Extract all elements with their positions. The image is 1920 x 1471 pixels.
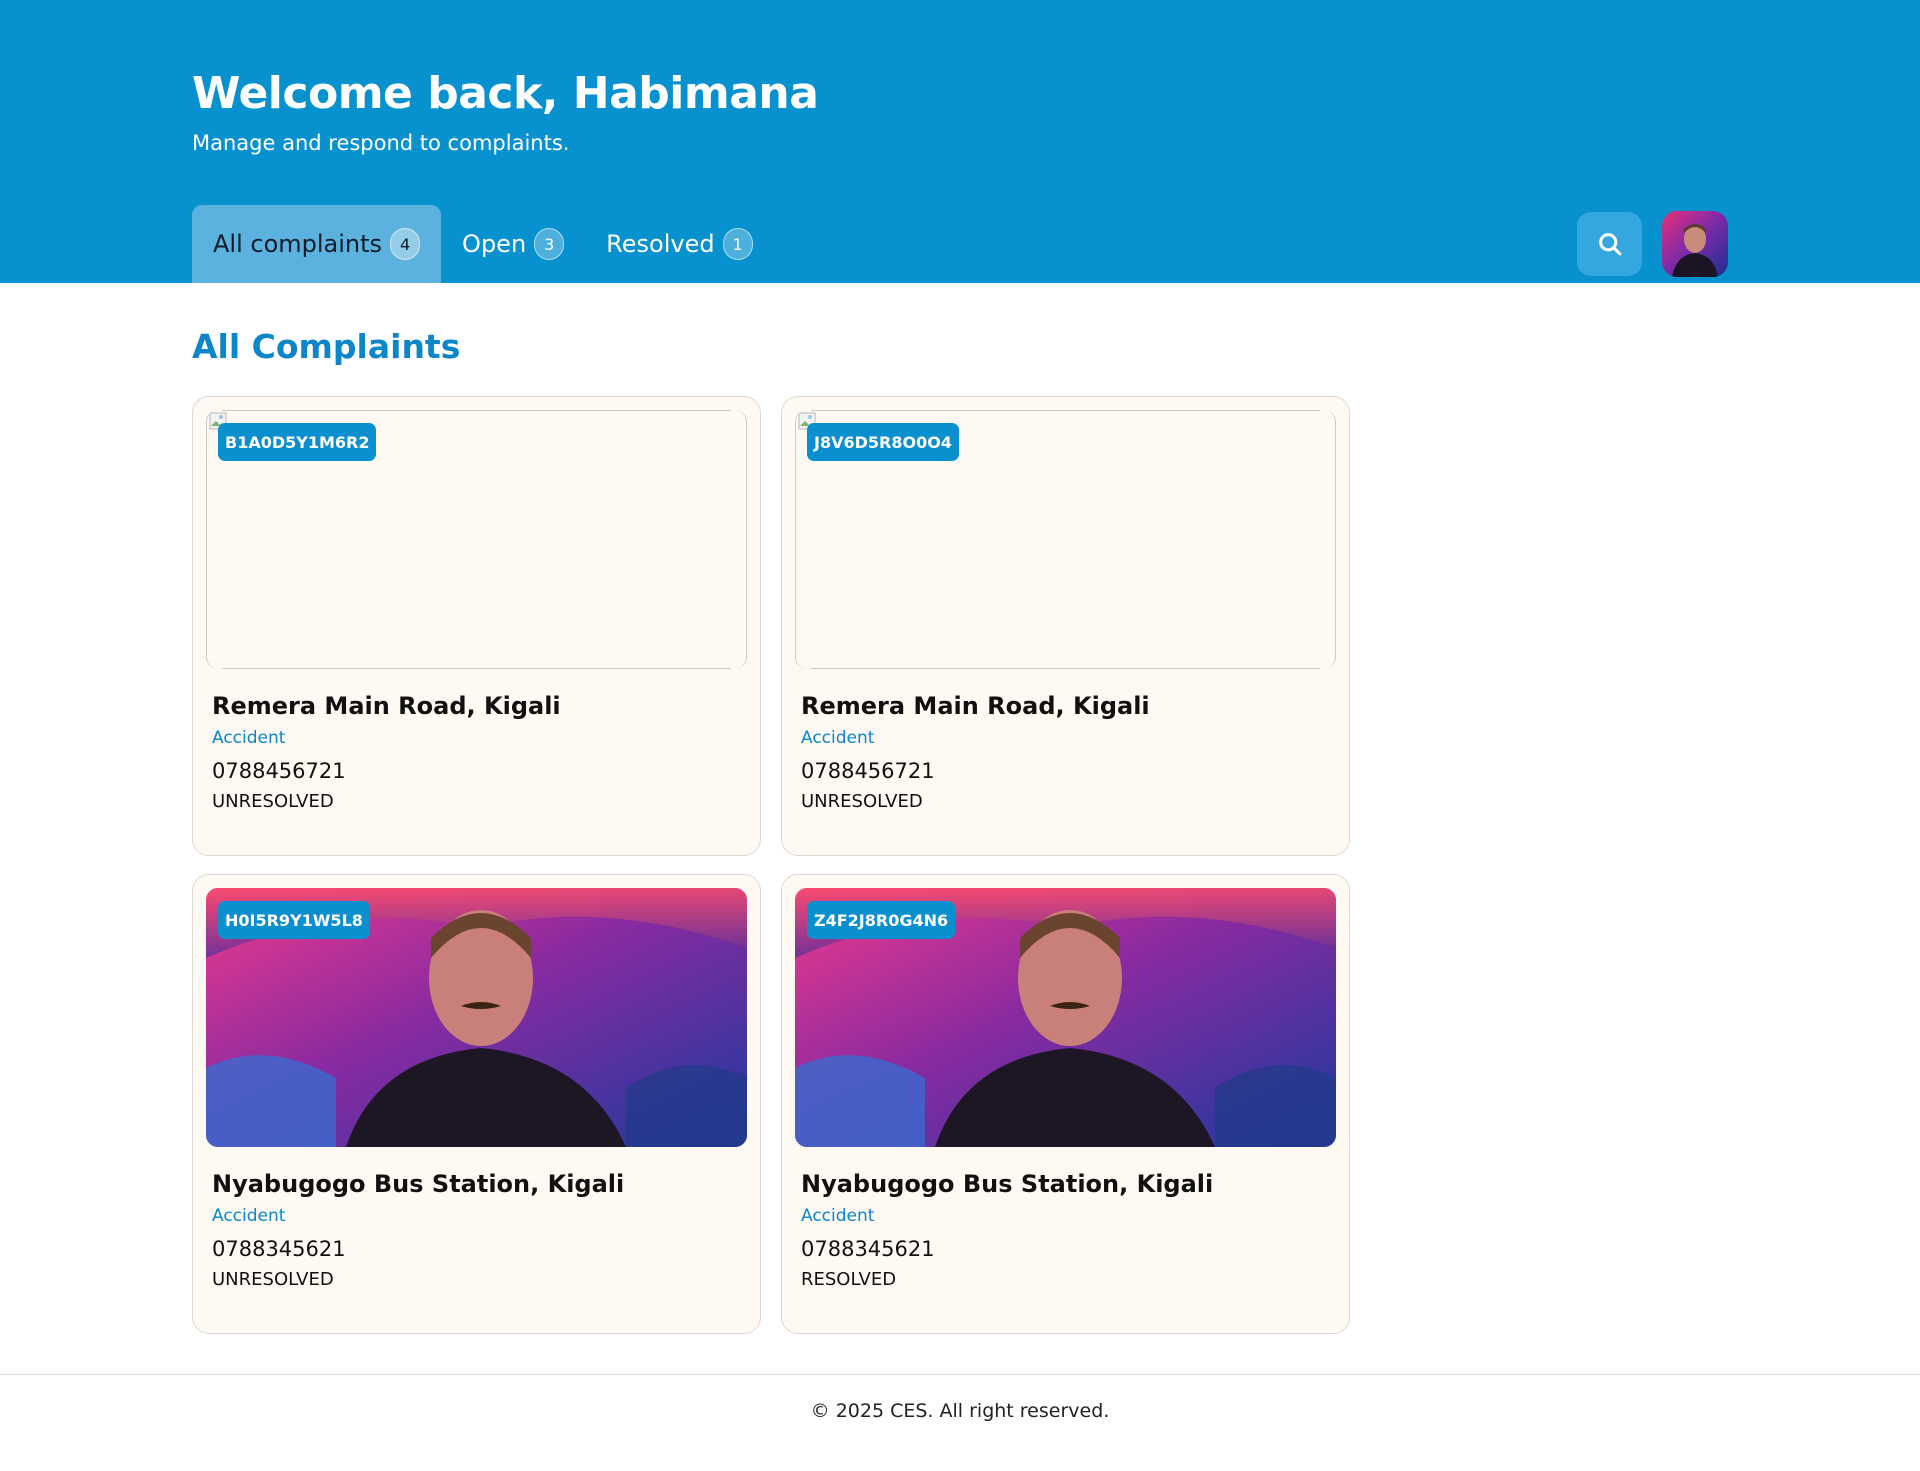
complaint-status: RESOLVED (801, 1269, 897, 1290)
complaint-card[interactable]: J8V6D5R8O0O4 Remera Main Road, Kigali Ac… (781, 396, 1350, 856)
complaint-location: Remera Main Road, Kigali (801, 692, 1150, 720)
tab-all-complaints[interactable]: All complaints 4 (192, 205, 442, 283)
tab-label: Resolved (606, 230, 715, 258)
complaint-id-badge: B1A0D5Y1M6R2 (218, 423, 377, 461)
user-avatar[interactable] (1662, 211, 1728, 277)
section-title: All Complaints (192, 327, 461, 366)
complaint-card[interactable]: H0I5R9Y1W5L8 Nyabugogo Bus Station, Kiga… (192, 874, 761, 1334)
complaint-status: UNRESOLVED (801, 791, 923, 812)
complaint-location: Nyabugogo Bus Station, Kigali (212, 1170, 625, 1198)
complaint-phone: 0788456721 (212, 759, 346, 783)
complaint-location: Remera Main Road, Kigali (212, 692, 561, 720)
complaint-id-badge: J8V6D5R8O0O4 (807, 423, 959, 461)
tab-resolved[interactable]: Resolved 1 (585, 205, 773, 283)
tab-count-badge: 3 (534, 228, 565, 260)
complaint-phone: 0788345621 (212, 1237, 346, 1261)
search-icon (1598, 233, 1621, 256)
complaint-phone: 0788345621 (801, 1237, 935, 1261)
complaint-card[interactable]: Z4F2J8R0G4N6 Nyabugogo Bus Station, Kiga… (781, 874, 1350, 1334)
complaint-tabs: All complaints 4 Open 3 Resolved 1 (192, 205, 774, 283)
tab-count-badge: 1 (722, 228, 753, 260)
complaint-category: Accident (212, 1206, 286, 1226)
footer-copyright: © 2025 CES. All right reserved. (810, 1400, 1110, 1422)
tab-count-badge: 4 (390, 228, 421, 260)
complaint-status: UNRESOLVED (212, 1269, 334, 1290)
complaint-location: Nyabugogo Bus Station, Kigali (801, 1170, 1214, 1198)
search-button[interactable] (1577, 212, 1642, 276)
complaint-category: Accident (801, 1206, 875, 1226)
tab-label: Open (462, 230, 527, 258)
avatar-photo (1662, 211, 1728, 277)
tab-label: All complaints (213, 230, 383, 258)
complaint-status: UNRESOLVED (212, 791, 334, 812)
welcome-heading: Welcome back, Habimana (192, 68, 819, 119)
footer-divider (0, 1374, 1920, 1375)
tab-open[interactable]: Open 3 (441, 205, 585, 283)
complaint-phone: 0788456721 (801, 759, 935, 783)
complaint-category: Accident (801, 728, 875, 748)
complaint-id-badge: H0I5R9Y1W5L8 (218, 901, 370, 939)
complaint-id-badge: Z4F2J8R0G4N6 (807, 901, 956, 939)
page-header: Welcome back, Habimana Manage and respon… (0, 0, 1920, 283)
complaint-card[interactable]: B1A0D5Y1M6R2 Remera Main Road, Kigali Ac… (192, 396, 761, 856)
complaint-category: Accident (212, 728, 286, 748)
welcome-subtitle: Manage and respond to complaints. (192, 131, 570, 155)
